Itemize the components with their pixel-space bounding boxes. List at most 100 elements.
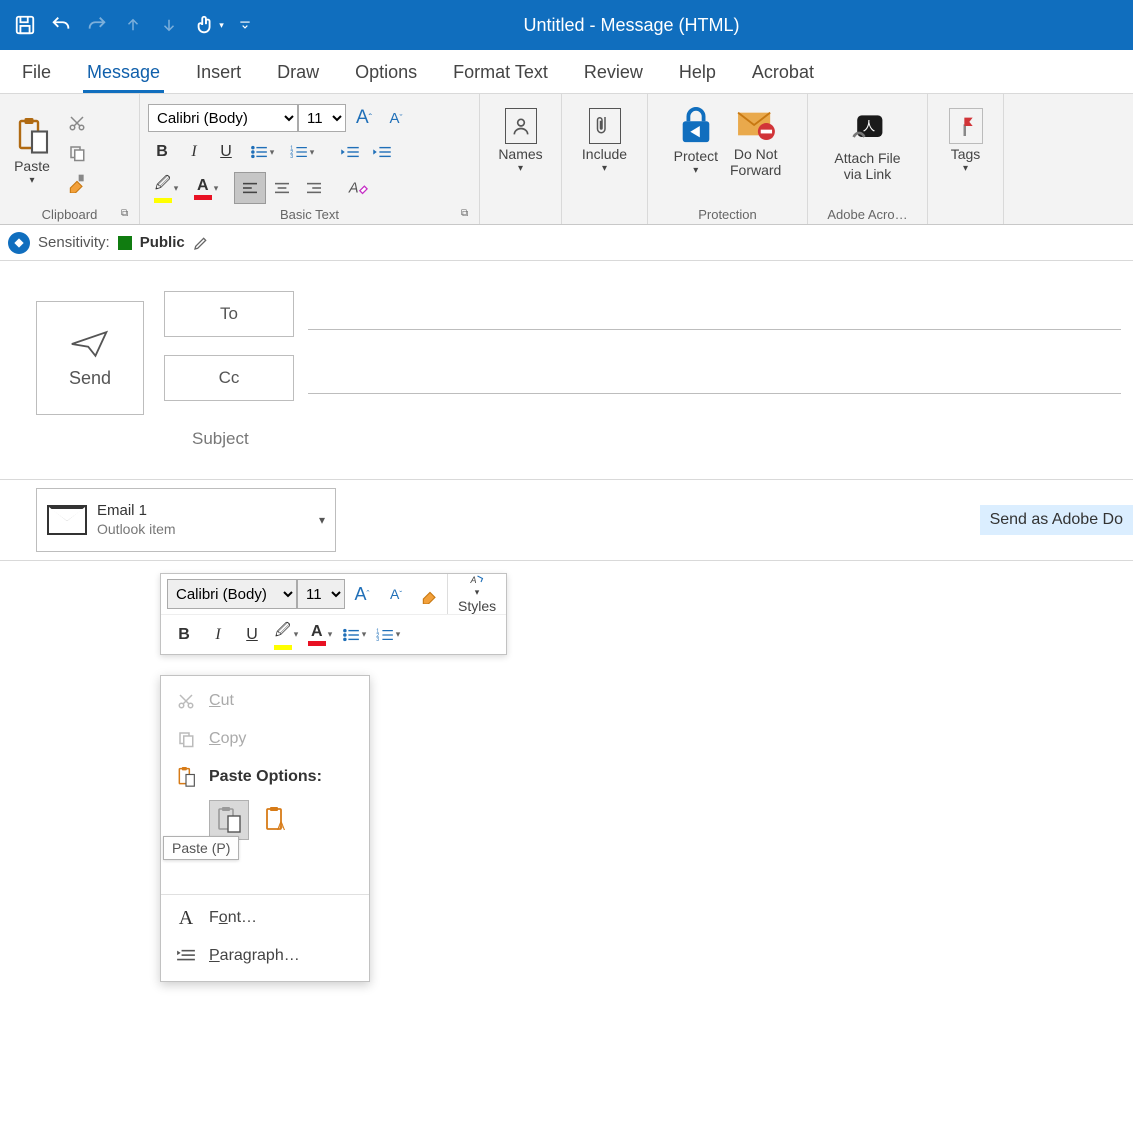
paste-text-only-button[interactable]: A (257, 800, 297, 840)
tab-draw[interactable]: Draw (261, 54, 335, 93)
font-color-button[interactable]: A (186, 172, 226, 204)
mini-font-size-select[interactable]: 11 (297, 579, 345, 609)
cc-input[interactable] (308, 393, 1121, 394)
tab-help[interactable]: Help (663, 54, 732, 93)
italic-button[interactable]: I (178, 136, 210, 168)
attachment-name: Email 1 (97, 502, 176, 521)
ctx-cut-label: Cut (209, 692, 234, 710)
qat-customize-button[interactable] (232, 8, 258, 42)
ribbon-overflow (1004, 94, 1020, 224)
group-include: Include ▾ (562, 94, 648, 224)
do-not-forward-button[interactable]: Do Not Forward (724, 98, 787, 178)
edit-sensitivity-button[interactable] (193, 235, 209, 251)
to-input[interactable] (308, 329, 1121, 330)
redo-button[interactable] (80, 8, 114, 42)
group-protection-label: Protection (648, 207, 807, 222)
mini-highlight-button[interactable]: 🖉 (269, 617, 303, 653)
cut-button[interactable] (62, 108, 92, 138)
names-button[interactable]: Names ▾ (482, 104, 559, 178)
increase-indent-button[interactable] (366, 136, 398, 168)
svg-text:3: 3 (376, 637, 379, 642)
align-center-button[interactable] (266, 172, 298, 204)
ctx-paragraph[interactable]: Paragraph… (161, 937, 369, 975)
touch-mode-button[interactable]: ▾ (188, 8, 230, 42)
mini-font-select[interactable]: Calibri (Body) (167, 579, 297, 609)
copy-button[interactable] (62, 138, 92, 168)
group-adobe-label: Adobe Acro… (808, 207, 927, 222)
ctx-paragraph-label: Paragraph… (209, 947, 300, 965)
paste-tooltip: Paste (P) (163, 836, 239, 860)
to-label: To (220, 304, 238, 324)
bold-button[interactable]: B (146, 136, 178, 168)
tab-message[interactable]: Message (71, 54, 176, 93)
undo-button[interactable] (44, 8, 78, 42)
decrease-indent-button[interactable] (334, 136, 366, 168)
mini-font-color-button[interactable]: A (303, 617, 337, 653)
quick-access-toolbar: ▾ (8, 8, 258, 42)
mini-numbering-button[interactable]: 123 (371, 617, 405, 653)
compose-header: Send To Cc Subject (0, 261, 1133, 480)
svg-text:A: A (277, 819, 285, 833)
cc-button[interactable]: Cc (164, 355, 294, 401)
previous-item-button[interactable] (116, 8, 150, 42)
tab-file[interactable]: File (6, 54, 67, 93)
ctx-copy[interactable]: Copy (161, 720, 369, 758)
attach-file-via-link-button[interactable]: 人 Attach File via Link (810, 104, 925, 186)
shrink-font-button[interactable]: Aˇ (380, 102, 412, 134)
font-select[interactable]: Calibri (Body) (148, 104, 298, 132)
group-basic-text-label: Basic Text (140, 207, 479, 222)
align-left-button[interactable] (234, 172, 266, 204)
tab-insert[interactable]: Insert (180, 54, 257, 93)
message-body[interactable]: Calibri (Body) 11 Aˆ Aˇ A ▾ Styles B I U… (0, 561, 1133, 1101)
mini-format-painter-button[interactable] (413, 576, 447, 612)
chevron-down-icon[interactable]: ▾ (319, 513, 325, 527)
mini-styles-label: Styles (458, 598, 496, 614)
tags-button[interactable]: Tags ▾ (930, 104, 1001, 178)
tab-acrobat[interactable]: Acrobat (736, 54, 830, 93)
to-button[interactable]: To (164, 291, 294, 337)
subject-input[interactable] (279, 425, 1121, 453)
mini-grow-font-button[interactable]: Aˆ (345, 576, 379, 612)
basic-text-launcher[interactable]: ⧉ (461, 208, 475, 222)
clear-formatting-button[interactable]: A (342, 172, 374, 204)
ctx-copy-label: Copy (209, 730, 246, 748)
tab-review[interactable]: Review (568, 54, 659, 93)
tab-format-text[interactable]: Format Text (437, 54, 564, 93)
ctx-cut[interactable]: Cut (161, 682, 369, 720)
tab-options[interactable]: Options (339, 54, 433, 93)
include-button[interactable]: Include ▾ (564, 104, 645, 178)
align-right-button[interactable] (298, 172, 330, 204)
format-painter-button[interactable] (62, 168, 92, 198)
mini-styles-button[interactable]: A ▾ Styles (447, 574, 506, 614)
font-size-select[interactable]: 11 (298, 104, 346, 132)
names-label: Names (498, 146, 542, 162)
send-button[interactable]: Send (36, 301, 144, 415)
paste-keep-source-button[interactable] (209, 800, 249, 840)
mini-italic-button[interactable]: I (201, 617, 235, 653)
mini-bullets-button[interactable] (337, 617, 371, 653)
svg-text:A: A (348, 181, 359, 197)
protect-button[interactable]: Protect ▾ (668, 100, 724, 176)
ctx-font[interactable]: A Font… (161, 899, 369, 937)
attachment-chip[interactable]: Email 1 Outlook item ▾ (36, 488, 336, 552)
grow-font-button[interactable]: Aˆ (348, 102, 380, 134)
svg-text:A: A (470, 575, 477, 585)
next-item-button[interactable] (152, 8, 186, 42)
bullets-button[interactable] (242, 136, 282, 168)
envelope-icon (47, 505, 87, 535)
send-as-adobe-link[interactable]: Send as Adobe Do (980, 505, 1133, 535)
mini-bold-button[interactable]: B (167, 617, 201, 653)
attach-link-label: Attach File via Link (834, 150, 900, 182)
underline-button[interactable]: U (210, 136, 242, 168)
ribbon-tabs: File Message Insert Draw Options Format … (0, 50, 1133, 94)
group-adobe: 人 Attach File via Link Adobe Acro… (808, 94, 928, 224)
mini-shrink-font-button[interactable]: Aˇ (379, 576, 413, 612)
mini-underline-button[interactable]: U (235, 617, 269, 653)
highlight-button[interactable]: 🖉 (146, 172, 186, 204)
ctx-font-label: Font… (209, 909, 257, 927)
attachment-type: Outlook item (97, 521, 176, 539)
save-button[interactable] (8, 8, 42, 42)
paste-button[interactable]: Paste ▾ (2, 106, 62, 190)
numbering-button[interactable]: 123 (282, 136, 322, 168)
clipboard-launcher[interactable]: ⧉ (121, 208, 135, 222)
